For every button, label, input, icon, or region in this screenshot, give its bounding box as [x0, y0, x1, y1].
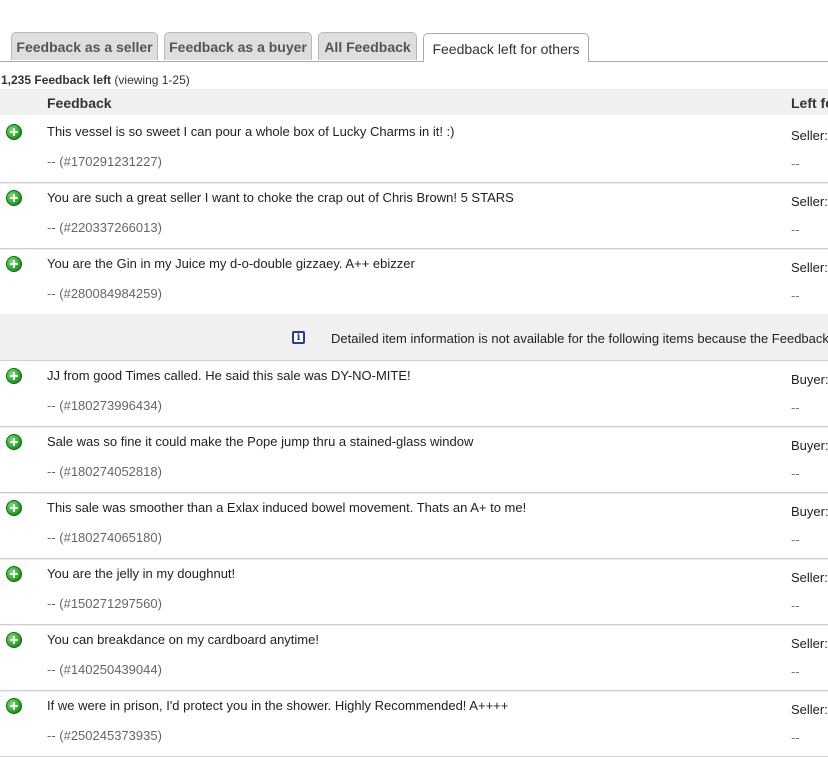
- feedback-comment: You are such a great seller I want to ch…: [47, 190, 514, 205]
- feedback-comment: You can breakdance on my cardboard anyti…: [47, 632, 319, 647]
- table-row: JJ from good Times called. He said this …: [0, 360, 828, 427]
- table-row: You can breakdance on my cardboard anyti…: [0, 624, 828, 691]
- feedback-comment: Sale was so fine it could make the Pope …: [47, 434, 474, 449]
- column-header-left-for[interactable]: Left for: [791, 95, 828, 111]
- left-for-user: --: [791, 288, 800, 303]
- positive-feedback-icon: [6, 190, 22, 206]
- table-row: You are such a great seller I want to ch…: [0, 182, 828, 249]
- feedback-comment: You are the Gin in my Juice my d-o-doubl…: [47, 256, 415, 271]
- item-number: -- (#180274052818): [47, 464, 162, 479]
- left-for-user: --: [791, 156, 800, 171]
- item-number: -- (#280084984259): [47, 286, 162, 301]
- left-for-user: --: [791, 400, 800, 415]
- info-icon: i: [292, 331, 305, 344]
- item-number: -- (#140250439044): [47, 662, 162, 677]
- notice-message: Detailed item information is not availab…: [331, 331, 828, 346]
- left-for-role: Seller:: [791, 702, 828, 717]
- left-for-role: Seller:: [791, 194, 828, 209]
- left-for-role: Seller:: [791, 570, 828, 585]
- item-number: -- (#220337266013): [47, 220, 162, 235]
- table-header: Feedback Left for: [0, 89, 828, 115]
- positive-feedback-icon: [6, 566, 22, 582]
- item-number: -- (#170291231227): [47, 154, 162, 169]
- feedback-tabs: Feedback as a seller Feedback as a buyer…: [0, 32, 828, 62]
- positive-feedback-icon: [6, 124, 22, 140]
- tab-feedback-left-for-others[interactable]: Feedback left for others: [423, 33, 589, 62]
- left-for-user: --: [791, 730, 800, 745]
- positive-feedback-icon: [6, 368, 22, 384]
- left-for-role: Buyer:: [791, 372, 828, 387]
- left-for-user: --: [791, 598, 800, 613]
- item-number: -- (#180274065180): [47, 530, 162, 545]
- feedback-count-viewing: (viewing 1-25): [114, 73, 190, 87]
- tab-all-feedback[interactable]: All Feedback: [318, 32, 417, 60]
- feedback-count-total: 1,235 Feedback left: [1, 73, 112, 87]
- positive-feedback-icon: [6, 500, 22, 516]
- table-row: You are the Gin in my Juice my d-o-doubl…: [0, 248, 828, 315]
- left-for-role: Buyer:: [791, 504, 828, 519]
- tab-feedback-as-seller[interactable]: Feedback as a seller: [11, 32, 158, 60]
- column-header-feedback[interactable]: Feedback: [47, 95, 112, 111]
- left-for-user: --: [791, 466, 800, 481]
- positive-feedback-icon: [6, 434, 22, 450]
- item-number: -- (#250245373935): [47, 728, 162, 743]
- item-info-notice: i Detailed item information is not avail…: [0, 314, 828, 361]
- positive-feedback-icon: [6, 698, 22, 714]
- feedback-count: 1,235 Feedback left (viewing 1-25): [1, 73, 190, 87]
- feedback-comment: This vessel is so sweet I can pour a who…: [47, 124, 455, 139]
- table-row: Sale was so fine it could make the Pope …: [0, 426, 828, 493]
- feedback-comment: You are the jelly in my doughnut!: [47, 566, 236, 581]
- left-for-user: --: [791, 664, 800, 679]
- tab-feedback-as-buyer[interactable]: Feedback as a buyer: [164, 32, 312, 60]
- left-for-user: --: [791, 532, 800, 547]
- left-for-role: Seller:: [791, 260, 828, 275]
- left-for-role: Seller:: [791, 636, 828, 651]
- table-row: This sale was smoother than a Exlax indu…: [0, 492, 828, 559]
- table-row: You are the jelly in my doughnut! -- (#1…: [0, 558, 828, 625]
- item-number: -- (#180273996434): [47, 398, 162, 413]
- left-for-role: Seller:: [791, 128, 828, 143]
- feedback-comment: If we were in prison, I'd protect you in…: [47, 698, 509, 713]
- feedback-comment: This sale was smoother than a Exlax indu…: [47, 500, 527, 515]
- positive-feedback-icon: [6, 256, 22, 272]
- left-for-role: Buyer:: [791, 438, 828, 453]
- feedback-comment: JJ from good Times called. He said this …: [47, 368, 411, 383]
- item-number: -- (#150271297560): [47, 596, 162, 611]
- left-for-user: --: [791, 222, 800, 237]
- table-row: This vessel is so sweet I can pour a who…: [0, 116, 828, 183]
- table-row: If we were in prison, I'd protect you in…: [0, 690, 828, 757]
- positive-feedback-icon: [6, 632, 22, 648]
